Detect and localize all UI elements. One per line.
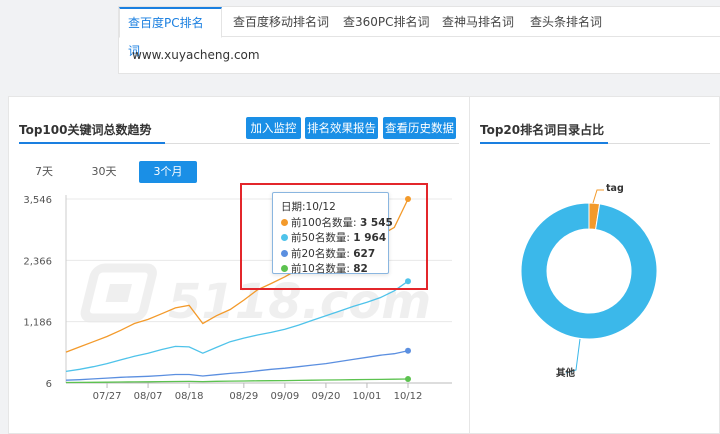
history-data-button[interactable]: 查看历史数据 xyxy=(383,117,456,139)
tooltip-row-top20: 前20名数量: 627 xyxy=(281,247,380,263)
legend-dot-blue-icon xyxy=(281,249,288,257)
pie-title: Top20排名词目录占比 xyxy=(480,123,605,137)
legend-dot-orange-icon xyxy=(281,218,288,226)
range-7-days[interactable]: 7天 xyxy=(29,161,59,183)
search-panel: 查百度PC排名词 查百度移动排名词 查360PC排名词 查神马排名词 查头条排名… xyxy=(118,6,720,74)
trend-title: Top100关键词总数趋势 xyxy=(19,123,152,137)
tooltip-row-top100: 前100名数量: 3 545 xyxy=(281,216,393,232)
trend-title-divider xyxy=(19,142,459,144)
ranking-report-button[interactable]: 排名效果报告 xyxy=(305,117,378,139)
domain-input[interactable]: www.xuyacheng.com xyxy=(132,48,260,62)
tab-baidu-pc[interactable]: 查百度PC排名词 xyxy=(119,7,222,58)
tooltip-row-top10: 前10名数量: 82 xyxy=(281,262,380,278)
pie-title-divider xyxy=(480,142,710,144)
chart-tooltip: 日期:10/12 前100名数量: 3 545 前50名数量: 1 964 前2… xyxy=(272,192,393,275)
add-monitor-button[interactable]: 加入监控 xyxy=(246,117,301,139)
category-share-panel: Top20排名词目录占比 xyxy=(470,96,720,434)
tab-360-pc[interactable]: 查360PC排名词 xyxy=(335,7,438,37)
tab-shenma[interactable]: 查神马排名词 xyxy=(434,7,522,37)
tab-baidu-mobile[interactable]: 查百度移动排名词 xyxy=(225,7,337,37)
engine-tabs: 查百度PC排名词 查百度移动排名词 查360PC排名词 查神马排名词 查头条排名… xyxy=(119,7,720,58)
tab-toutiao[interactable]: 查头条排名词 xyxy=(522,7,610,37)
range-3-months[interactable]: 3个月 xyxy=(139,161,197,183)
tooltip-row-top50: 前50名数量: 1 964 xyxy=(281,231,386,247)
legend-dot-cyan-icon xyxy=(281,234,288,241)
range-30-days[interactable]: 30天 xyxy=(87,161,121,183)
tooltip-date: 日期:10/12 xyxy=(281,201,336,213)
legend-dot-green-icon xyxy=(281,265,288,272)
